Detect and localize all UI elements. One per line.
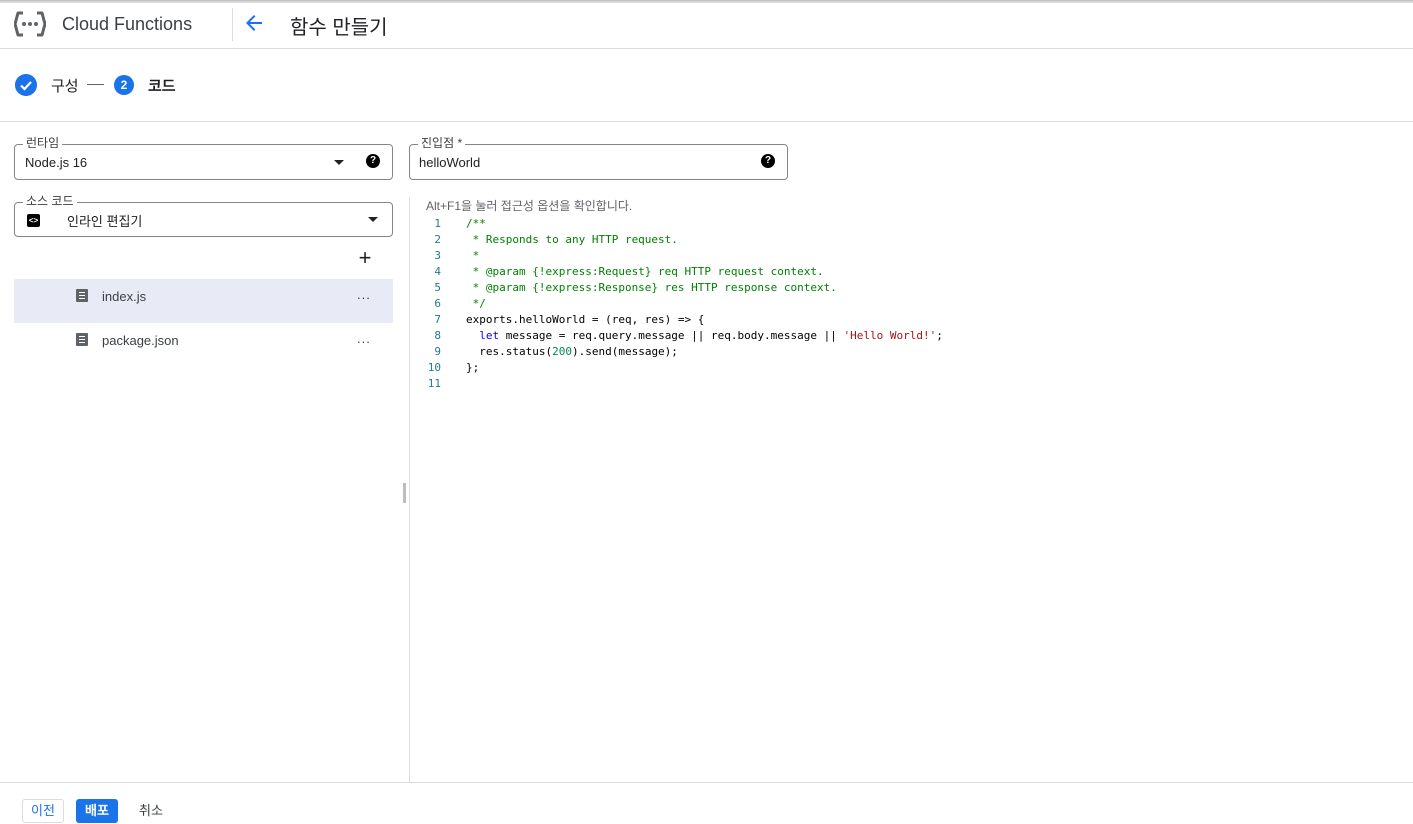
panel-divider (409, 197, 410, 783)
stepper: 구성 2 코드 (0, 49, 1413, 122)
code-editor[interactable]: 1 /** 2 * Responds to any HTTP request. 3 *… (411, 216, 1411, 776)
cloud-functions-logo-icon (14, 11, 46, 37)
source-code-value: 인라인 편집기 (67, 214, 143, 229)
page-title: 함수 만들기 (290, 17, 388, 39)
line-number: 6 (434, 297, 441, 310)
code-text: * @param {!express:Response} res HTTP re… (466, 281, 837, 294)
file-name: package.json (102, 333, 179, 348)
product-name[interactable]: Cloud Functions (62, 14, 192, 35)
file-icon (76, 333, 88, 346)
header-divider (232, 8, 233, 41)
step-config-label[interactable]: 구성 (51, 75, 79, 96)
entry-point-label: 진입점 * (418, 136, 466, 150)
file-icon (76, 289, 88, 302)
line-number: 8 (434, 329, 441, 342)
code-text: */ (466, 297, 486, 310)
cancel-button[interactable]: 취소 (132, 799, 170, 823)
accessibility-hint: Alt+F1을 눌러 접근성 옵션을 확인합니다. (426, 199, 633, 213)
step-code-label: 코드 (148, 78, 176, 95)
more-options-icon[interactable]: ... (357, 287, 371, 302)
code-text: /** (466, 217, 486, 230)
line-number: 5 (434, 281, 441, 294)
file-name: index.js (102, 289, 147, 304)
deploy-button[interactable]: 배포 (76, 799, 118, 823)
code-text: * Responds to any HTTP request. (466, 233, 678, 246)
file-item-package-json[interactable]: package.json ... (14, 323, 393, 367)
step-code-number: 2 (114, 75, 134, 95)
header: Cloud Functions 함수 만들기 (0, 3, 1413, 49)
line-number: 10 (427, 361, 441, 374)
line-number: 11 (427, 377, 441, 390)
code-text: exports.helloWorld = (req, res) => { (466, 313, 705, 326)
entry-point-field[interactable]: 진입점 * helloWorld ? (409, 136, 788, 180)
previous-button[interactable]: 이전 (22, 799, 64, 823)
code-text: * (466, 249, 480, 262)
step-separator (87, 84, 104, 85)
line-number: 9 (434, 345, 441, 358)
footer: 이전 배포 취소 (0, 782, 1413, 824)
line-number: 7 (434, 313, 441, 326)
dropdown-arrow-icon (334, 160, 344, 165)
source-code-select[interactable]: 소스 코드 <> 인라인 편집기 (14, 194, 393, 237)
code-icon: <> (27, 214, 40, 227)
dropdown-arrow-icon (368, 217, 378, 222)
add-file-icon[interactable]: + (355, 247, 375, 269)
code-text: }; (466, 361, 480, 374)
source-code-label: 소스 코드 (23, 194, 77, 208)
line-number: 1 (434, 217, 441, 230)
file-item-index-js[interactable]: index.js ... (14, 279, 393, 323)
code-text: * @param {!express:Request} req HTTP req… (466, 265, 824, 278)
code-text: let message = req.query.message || req.b… (479, 329, 943, 342)
help-icon[interactable]: ? (761, 154, 775, 168)
line-number: 4 (434, 265, 441, 278)
runtime-value: Node.js 16 (25, 155, 88, 170)
runtime-label: 런타임 (23, 136, 63, 150)
more-options-icon[interactable]: ... (357, 331, 371, 346)
code-text: res.status(200).send(message); (466, 345, 678, 358)
line-number: 3 (434, 249, 441, 262)
entry-point-value[interactable]: helloWorld (419, 155, 480, 170)
runtime-select[interactable]: 런타임 Node.js 16 ? (14, 136, 393, 180)
line-number: 2 (434, 233, 441, 246)
step-complete-check-icon (15, 74, 37, 96)
panel-resize-handle[interactable] (403, 483, 406, 503)
back-arrow-icon[interactable] (242, 11, 266, 35)
help-icon[interactable]: ? (366, 154, 380, 168)
